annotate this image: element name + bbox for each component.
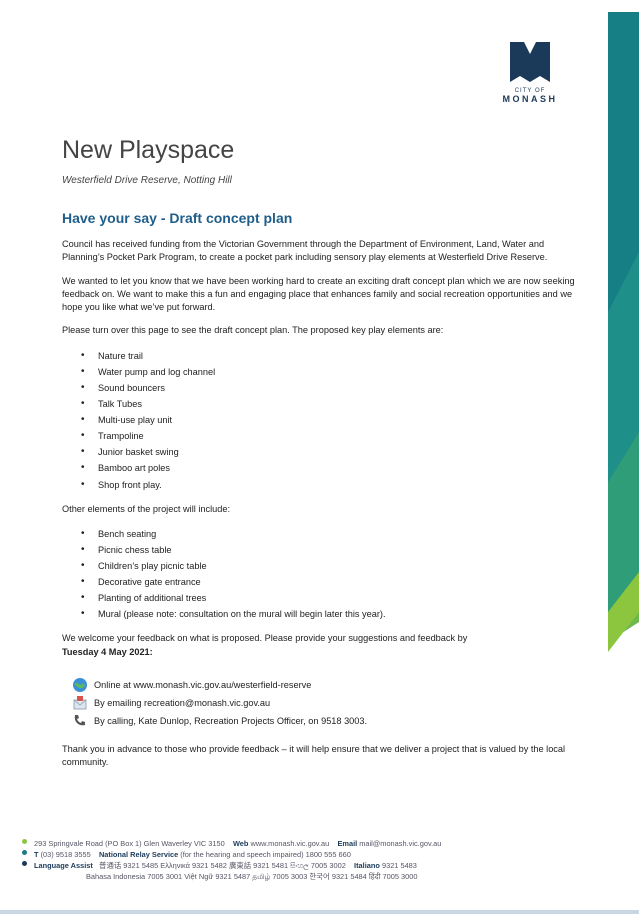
document-page: CITY OF MONASH New Playspace Westerfield… <box>0 0 639 918</box>
list-item: Shop front play. <box>81 477 582 493</box>
contact-methods: Online at www.monash.vic.gov.au/westerfi… <box>62 677 582 729</box>
city-of-monash-logo: CITY OF MONASH <box>496 40 564 104</box>
footer-language-row: Language Assist 普通话 9321 5485 Ελληνικά 9… <box>34 860 624 871</box>
other-elements-intro: Other elements of the project will inclu… <box>62 503 231 514</box>
footer-languages-1: 普通话 9321 5485 Ελληνικά 9321 5482 廣東話 932… <box>99 861 346 870</box>
list-item: Talk Tubes <box>81 396 582 412</box>
list-item: Nature trail <box>81 348 582 364</box>
list-item: Decorative gate entrance <box>81 574 582 590</box>
other-elements-list: Bench seating Picnic chess table Childre… <box>62 526 582 623</box>
contact-online: Online at www.monash.vic.gov.au/westerfi… <box>72 677 582 693</box>
page-subtitle: Westerfield Drive Reserve, Notting Hill <box>62 175 232 186</box>
footer-relay: (for the hearing and speech impaired) 18… <box>180 850 351 859</box>
footer-email[interactable]: mail@monash.vic.gov.au <box>359 839 441 848</box>
contact-email: By emailing recreation@monash.vic.gov.au <box>72 695 582 711</box>
footer-web[interactable]: www.monash.vic.gov.au <box>251 839 330 848</box>
footer-italiano: 9321 5483 <box>381 861 417 870</box>
footer-language-label: Language Assist <box>34 861 93 870</box>
footer-web-label: Web <box>232 839 249 848</box>
document-body: Council has received funding from the Vi… <box>62 238 582 780</box>
concept-paragraph: We wanted to let you know that we have b… <box>62 275 575 313</box>
list-item: Planting of additional trees <box>81 590 582 606</box>
footer-language-row-2: Bahasa Indonesia 7005 3001 Việt Ngữ 9321… <box>34 871 624 882</box>
section-heading: Have your say - Draft concept plan <box>62 210 293 226</box>
play-elements-intro: Please turn over this page to see the dr… <box>62 325 444 336</box>
footer-email-label: Email <box>337 839 358 848</box>
contact-email-text[interactable]: By emailing recreation@monash.vic.gov.au <box>94 695 270 711</box>
list-item: Sound bouncers <box>81 380 582 396</box>
footer-address-row: 293 Springvale Road (PO Box 1) Glen Wave… <box>34 838 624 849</box>
footer-address: 293 Springvale Road (PO Box 1) Glen Wave… <box>34 839 225 848</box>
list-item: Picnic chess table <box>81 542 582 558</box>
feedback-deadline: Tuesday 4 May 2021: <box>62 646 153 657</box>
list-item: Multi-use play unit <box>81 412 582 428</box>
logo-monash-text: MONASH <box>502 94 558 104</box>
globe-icon <box>73 678 87 693</box>
envelope-icon <box>73 696 87 710</box>
feedback-paragraph: We welcome your feedback on what is prop… <box>62 632 582 659</box>
list-item: Trampoline <box>81 428 582 444</box>
footer-languages-2: Bahasa Indonesia 7005 3001 Việt Ngữ 9321… <box>86 872 418 881</box>
decorative-color-band <box>608 12 639 912</box>
contact-online-text[interactable]: Online at www.monash.vic.gov.au/westerfi… <box>94 677 311 693</box>
list-item: Junior basket swing <box>81 444 582 460</box>
bottom-rule <box>0 910 639 914</box>
list-item: Bamboo art poles <box>81 460 582 476</box>
feedback-text: We welcome your feedback on what is prop… <box>62 633 468 644</box>
intro-paragraph: Council has received funding from the Vi… <box>62 239 548 263</box>
thank-you-paragraph: Thank you in advance to those who provid… <box>62 744 566 768</box>
footer-relay-label: National Relay Service <box>98 850 179 859</box>
footer-phone-row: T (03) 9518 3555 National Relay Service … <box>34 849 624 860</box>
list-item: Water pump and log channel <box>81 364 582 380</box>
list-item: Children’s play picnic table <box>81 558 582 574</box>
contact-phone-text: By calling, Kate Dunlop, Recreation Proj… <box>94 716 368 727</box>
monash-m-icon <box>510 42 550 82</box>
footer-dots <box>22 839 28 872</box>
contact-phone: By calling, Kate Dunlop, Recreation Proj… <box>72 713 582 729</box>
footer-italiano-label: Italiano <box>354 861 380 870</box>
list-item: Bench seating <box>81 526 582 542</box>
footer-tel: (03) 9518 3555 <box>40 850 91 859</box>
page-title: New Playspace <box>62 136 235 164</box>
page-footer: 293 Springvale Road (PO Box 1) Glen Wave… <box>22 838 624 882</box>
footer-tel-label: T <box>34 850 39 859</box>
play-elements-list: Nature trail Water pump and log channel … <box>62 348 582 493</box>
list-item: Mural (please note: consultation on the … <box>81 606 582 622</box>
phone-icon <box>74 715 85 726</box>
